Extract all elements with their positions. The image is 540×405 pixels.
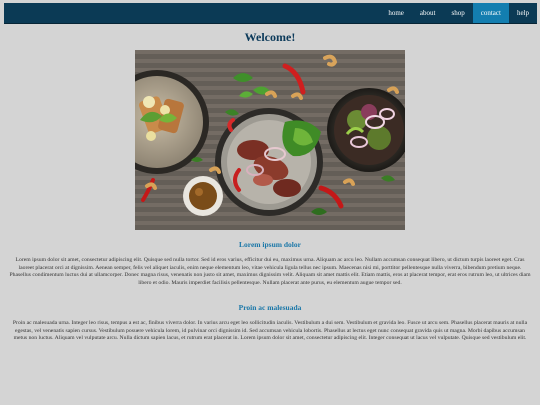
nav-about-link[interactable]: about (412, 3, 444, 23)
food-photo-illustration (135, 50, 405, 230)
nav-home-link[interactable]: home (380, 3, 412, 23)
section-heading: Proin ac malesuada (238, 303, 302, 312)
page-title: Welcome! (244, 30, 296, 44)
section-paragraph: Proin ac malesuada urna. Integer leo ris… (12, 320, 528, 342)
nav-shop-link[interactable]: shop (443, 3, 472, 23)
section-paragraph: Lorem ipsum dolor sit amet, consectetur … (9, 257, 531, 286)
nav-help-link[interactable]: help (509, 3, 537, 23)
main-nav: home about shop contact help (380, 3, 537, 23)
hero-food-image (135, 50, 405, 230)
top-navbar: home about shop contact help (4, 3, 537, 24)
nav-contact-link[interactable]: contact (472, 3, 509, 23)
section-heading: Lorem ipsum dolor (239, 240, 301, 249)
